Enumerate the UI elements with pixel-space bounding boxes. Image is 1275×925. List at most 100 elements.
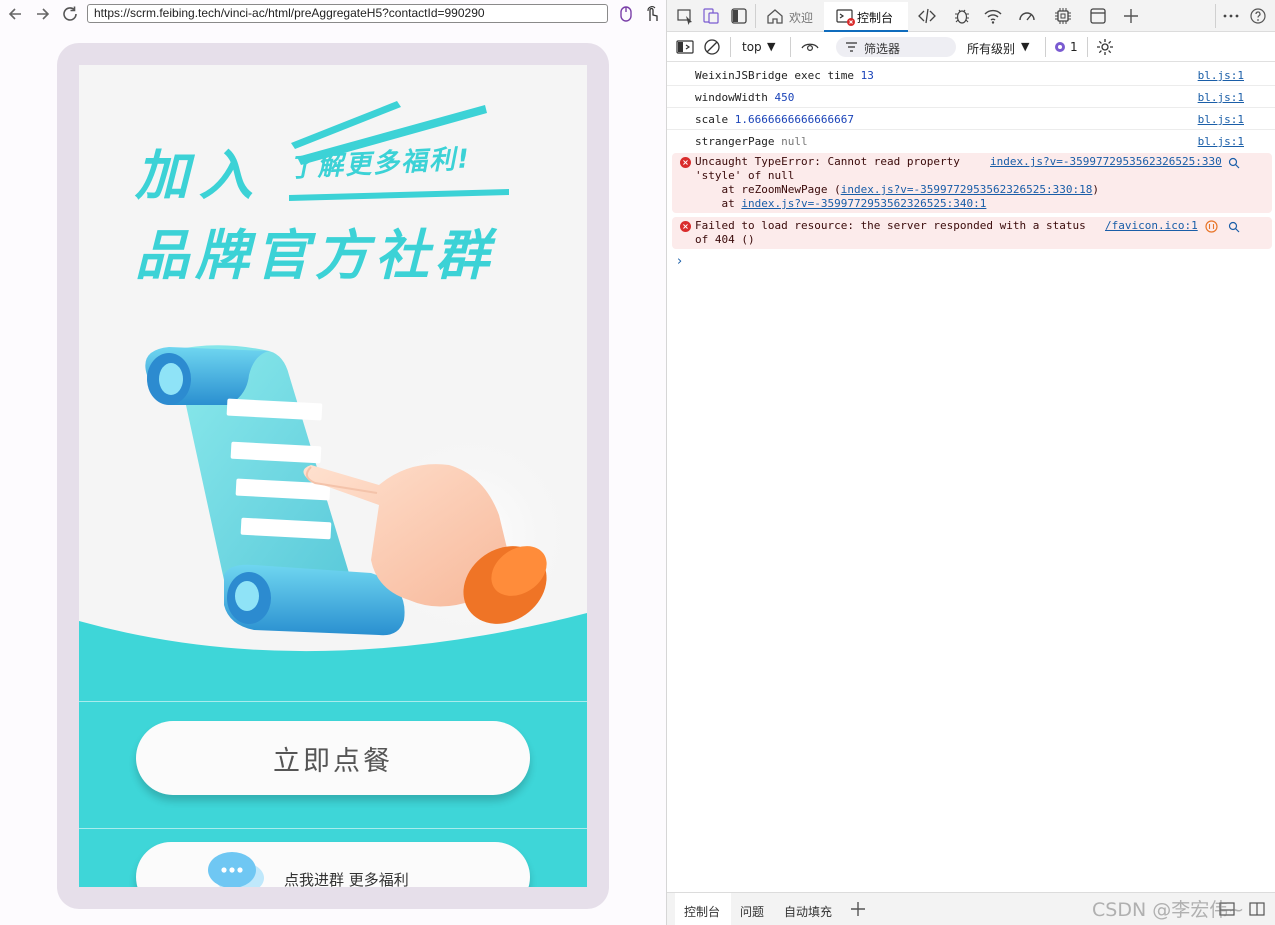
error-line: of 404 ()	[695, 233, 755, 246]
toolbar-divider	[1045, 37, 1046, 57]
order-now-button[interactable]: 立即点餐	[136, 721, 530, 795]
stack-frame-link[interactable]: index.js?v=-3599772953562326525:330:18	[841, 183, 1093, 196]
log-message: WeixinJSBridge exec time 13	[695, 69, 874, 83]
prompt-chevron-icon[interactable]: ›	[677, 254, 682, 269]
log-value: 13	[860, 69, 874, 82]
drawer-tab-console[interactable]: 控制台	[684, 903, 720, 920]
drawer-tab-autofill[interactable]: 自动填充	[784, 903, 832, 920]
issues-count[interactable]: 1	[1070, 40, 1078, 54]
address-bar[interactable]: https://scrm.feibing.tech/vinci-ac/html/…	[87, 4, 608, 23]
forward-icon[interactable]	[32, 4, 54, 24]
log-value: 1.6666666666666667	[734, 113, 854, 126]
info-icon[interactable]	[1205, 220, 1218, 233]
log-key: scale	[695, 113, 729, 126]
browser-pane: https://scrm.feibing.tech/vinci-ac/html/…	[0, 0, 666, 925]
error-line: 'style' of null	[695, 169, 795, 182]
toolbar-divider	[790, 37, 791, 57]
filter-icon	[846, 42, 857, 52]
stack-frame-suffix: )	[1092, 183, 1099, 196]
eye-icon[interactable]	[800, 37, 820, 57]
log-source-link[interactable]: bl.js:1	[1198, 69, 1244, 83]
tab-console[interactable]: 控制台	[857, 9, 893, 26]
log-entry: strangerPage null bl.js:1	[667, 130, 1275, 152]
toolbar-divider	[730, 37, 731, 57]
toolbar-divider	[1087, 37, 1088, 57]
banner-line2: 品牌官方社群	[135, 224, 495, 287]
clear-console-icon[interactable]	[702, 37, 722, 57]
device-emulation-icon[interactable]	[701, 6, 721, 26]
mouse-icon[interactable]	[616, 4, 636, 24]
more-options-icon[interactable]	[1221, 6, 1241, 26]
home-icon[interactable]	[765, 6, 785, 26]
log-message: strangerPage null	[695, 135, 808, 149]
divider-line	[79, 701, 587, 702]
log-entry: windowWidth 450 bl.js:1	[667, 86, 1275, 108]
help-icon[interactable]	[1248, 6, 1268, 26]
log-entry: scale 1.6666666666666667 bl.js:1	[667, 108, 1275, 130]
stack-frame-link[interactable]: index.js?v=-3599772953562326525:340:1	[741, 197, 986, 210]
sources-icon[interactable]	[917, 6, 937, 26]
stack-frame-prefix: at	[695, 197, 742, 210]
chevron-down-icon[interactable]: ▼	[767, 40, 775, 53]
show-sidebar-icon[interactable]	[675, 37, 695, 57]
watermark: CSDN @李宏伟~	[1092, 899, 1245, 921]
sidebar-toggle-icon[interactable]	[729, 6, 749, 26]
touch-icon[interactable]	[642, 4, 662, 24]
tab-divider	[1215, 4, 1216, 28]
search-icon[interactable]	[1228, 221, 1240, 233]
log-key: WeixinJSBridge exec time	[695, 69, 854, 82]
error-source-link[interactable]: index.js?v=-3599772953562326525:330	[990, 155, 1222, 169]
console-toolbar: top ▼ 筛选器 所有级别 ▼ 1	[667, 32, 1275, 62]
devtools-panel: 欢迎 控制台 top ▼ 筛选器 所有级别 ▼ 1 WeixinJSBridge…	[666, 0, 1275, 925]
error-source-link[interactable]: /favicon.ico:1	[1105, 219, 1198, 233]
join-group-button[interactable]: 点我进群 更多福利	[136, 842, 530, 887]
log-key: windowWidth	[695, 91, 768, 104]
add-tab-icon[interactable]	[1121, 6, 1141, 26]
error-message: Failed to load resource: the server resp…	[695, 219, 1086, 247]
error-icon: ×	[680, 221, 691, 232]
log-source-link[interactable]: bl.js:1	[1198, 91, 1244, 105]
inspect-element-icon[interactable]	[675, 6, 695, 26]
context-selector[interactable]: top	[742, 40, 762, 54]
console-icon	[835, 6, 855, 26]
chat-bubble-icon	[208, 852, 264, 887]
log-message: windowWidth 450	[695, 91, 794, 105]
log-value: 450	[774, 91, 795, 104]
issues-icon[interactable]	[1053, 39, 1067, 53]
error-icon: ×	[680, 157, 691, 168]
error-line: Failed to load resource: the server resp…	[695, 219, 1086, 232]
browser-navbar: https://scrm.feibing.tech/vinci-ac/html/…	[0, 0, 666, 28]
log-source-link[interactable]: bl.js:1	[1198, 135, 1244, 149]
tab-welcome[interactable]: 欢迎	[789, 9, 813, 26]
filter-placeholder: 筛选器	[864, 42, 901, 56]
error-entry: × Uncaught TypeError: Cannot read proper…	[672, 153, 1272, 213]
screen: https://scrm.feibing.tech/vinci-ac/html/…	[0, 0, 1275, 925]
tab-divider	[755, 4, 756, 28]
add-tab-icon[interactable]	[848, 899, 868, 919]
reload-icon[interactable]	[60, 4, 82, 24]
log-value: null	[781, 135, 808, 148]
log-message: scale 1.6666666666666667	[695, 113, 854, 127]
mobile-page: 加入 了解更多福利! 品牌官方社群 立即点餐 点我进群 更多福利	[79, 65, 587, 887]
settings-gear-icon[interactable]	[1095, 37, 1115, 57]
log-source-link[interactable]: bl.js:1	[1198, 113, 1244, 127]
back-icon[interactable]	[5, 4, 27, 24]
join-group-label: 点我进群 更多福利	[284, 871, 409, 887]
network-wifi-icon[interactable]	[983, 6, 1003, 26]
filter-input[interactable]: 筛选器	[836, 37, 956, 57]
log-entry: WeixinJSBridge exec time 13 bl.js:1	[667, 64, 1275, 86]
error-line: Uncaught TypeError: Cannot read property	[695, 155, 960, 168]
error-entry: × Failed to load resource: the server re…	[672, 217, 1272, 249]
log-levels-dropdown[interactable]: 所有级别	[967, 40, 1015, 57]
console-output: WeixinJSBridge exec time 13 bl.js:1 wind…	[667, 64, 1275, 890]
banner-line1: 加入	[135, 144, 263, 207]
performance-gauge-icon[interactable]	[1017, 6, 1037, 26]
bug-icon[interactable]	[952, 6, 972, 26]
chevron-down-icon[interactable]: ▼	[1021, 40, 1029, 53]
drawer-tab-issues[interactable]: 问题	[740, 903, 764, 920]
close-drawer-icon[interactable]	[1247, 899, 1267, 919]
stack-frame-prefix: at reZoomNewPage (	[695, 183, 841, 196]
memory-chip-icon[interactable]	[1053, 6, 1073, 26]
application-icon[interactable]	[1088, 6, 1108, 26]
search-icon[interactable]	[1228, 157, 1240, 169]
